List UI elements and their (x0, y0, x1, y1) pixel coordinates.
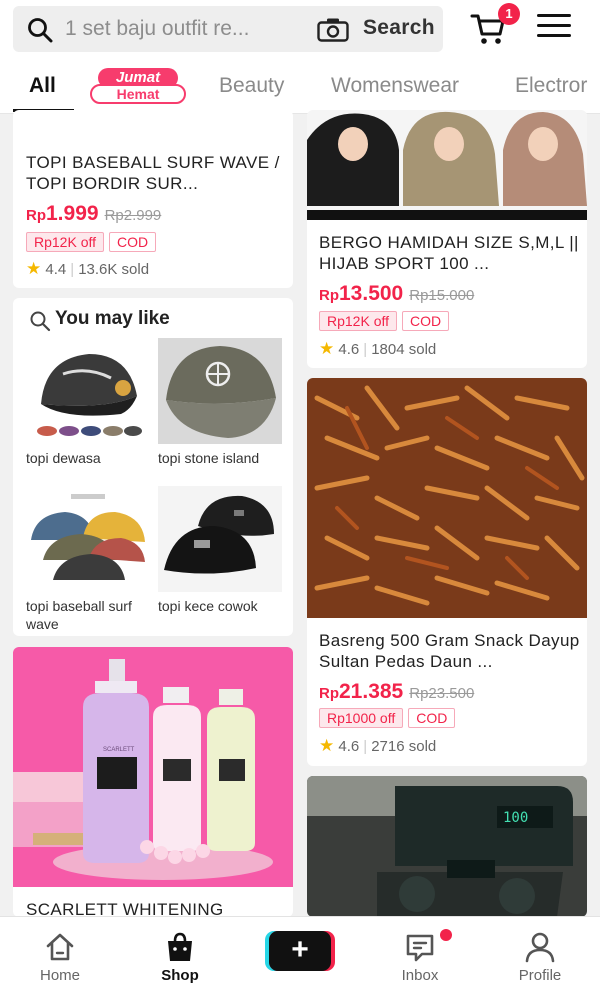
plus-icon: + (269, 931, 331, 971)
shop-bag-icon (168, 932, 192, 961)
nav-label: Shop (161, 967, 199, 984)
earbuds-product-image: 100 (307, 776, 587, 917)
price-currency: Rp (319, 287, 339, 304)
sold-count: 1804 sold (371, 341, 437, 358)
nav-home[interactable]: Home (14, 917, 104, 1000)
suggestion-label: topi stone island (158, 450, 260, 466)
rating-row: ★ 4.6 | 2716 sold (319, 736, 437, 755)
search-query-text[interactable]: 1 set baju outfit re... (65, 17, 249, 41)
star-icon: ★ (319, 339, 335, 358)
tab-all[interactable]: All (29, 74, 56, 98)
rating-value: 4.4 (45, 261, 67, 278)
price-value: 21.385 (339, 680, 404, 703)
tab-jumat-hemat[interactable]: Jumat Hemat (88, 68, 188, 104)
you-may-like-title: You may like (55, 308, 170, 329)
sold-count: 13.6K sold (78, 261, 150, 278)
product-price: Rp1.999 Rp2.999 (26, 202, 161, 226)
cod-tag: COD (402, 311, 450, 331)
nav-label: Inbox (401, 967, 439, 984)
product-title: SCARLETT WHITENING (26, 900, 224, 917)
nav-shop[interactable]: Shop (134, 917, 224, 1000)
nav-label: Home (39, 967, 80, 984)
search-icon (30, 311, 51, 332)
nav-profile[interactable]: Profile (494, 917, 584, 1000)
product-price: Rp21.385 Rp23.500 (319, 680, 474, 704)
price-value: 13.500 (339, 282, 404, 305)
camera-icon[interactable] (317, 18, 349, 42)
sold-count: 2716 sold (371, 738, 437, 755)
cap-dewasa-image (25, 338, 149, 444)
discount-tag: Rp12K off (319, 311, 398, 331)
shop-page: 1 set baju outfit re... Search 1 All Bea… (0, 0, 600, 1000)
cod-tag: COD (408, 708, 456, 728)
cap-stone-island-image (158, 338, 282, 444)
menu-icon[interactable] (537, 14, 571, 40)
nav-label: Profile (518, 967, 562, 984)
basreng-product-image (307, 378, 587, 618)
you-may-like-card: You may like topi dewasa topi stone isla… (13, 298, 293, 636)
scarlett-product-image: SCARLETT (13, 647, 293, 887)
scarlett-brand-text: SCARLETT (103, 747, 135, 753)
product-price: Rp13.500 Rp15.000 (319, 282, 474, 306)
bottom-navigation: Home Shop + Inbox Profile (0, 916, 600, 1000)
discount-tag: Rp12K off (26, 232, 105, 252)
tab-beauty[interactable]: Beauty (219, 74, 284, 98)
product-card-scarlett[interactable]: SCARLETT SCARLETT WHITENING (13, 647, 293, 917)
search-bar[interactable]: 1 set baju outfit re... Search (13, 6, 443, 52)
suggestion-label: topi baseball surf wave (26, 598, 132, 632)
promo-tags: Rp12K off COD (319, 311, 454, 331)
search-button[interactable]: Search (363, 16, 435, 40)
star-icon: ★ (26, 259, 42, 278)
suggestion-label: topi kece cowok (158, 598, 258, 614)
price-currency: Rp (319, 685, 339, 702)
hemat-badge-text: Hemat (90, 84, 186, 104)
product-card-bergo-hamidah[interactable]: BERGO HAMIDAH SIZE S,M,L || HIJAB SPORT … (307, 110, 587, 368)
cod-tag: COD (109, 232, 157, 252)
rating-row: ★ 4.4 | 13.6K sold (26, 259, 150, 278)
search-icon (28, 18, 53, 43)
cart-count-badge: 1 (498, 3, 520, 25)
hijab-product-image (307, 110, 587, 220)
top-header: 1 set baju outfit re... Search 1 (0, 0, 600, 62)
tab-electronics[interactable]: Electror (515, 74, 587, 98)
suggestion-label: topi dewasa (26, 450, 101, 466)
discount-tag: Rp1000 off (319, 708, 404, 728)
price-value: 1.999 (46, 202, 99, 225)
create-button[interactable]: + (265, 931, 335, 971)
star-icon: ★ (319, 736, 335, 755)
tab-womenswear[interactable]: Womenswear (331, 74, 459, 98)
product-title: Basreng 500 Gram Snack Dayup Sultan Peda… (319, 631, 580, 671)
inbox-notification-dot (440, 929, 452, 941)
inbox-icon (406, 934, 434, 962)
rating-value: 4.6 (338, 738, 360, 755)
home-icon (46, 933, 74, 961)
old-price: Rp15.000 (409, 287, 475, 304)
product-card-earbuds[interactable]: 100 (307, 776, 587, 917)
product-title: TOPI BASEBALL SURF WAVE / TOPI BORDIR SU… (26, 153, 280, 193)
promo-tags: Rp12K off COD (26, 232, 161, 252)
nav-inbox[interactable]: Inbox (374, 917, 464, 1000)
cap-surf-wave-image (25, 486, 149, 592)
product-title: BERGO HAMIDAH SIZE S,M,L || HIJAB SPORT … (319, 233, 579, 273)
old-price: Rp23.500 (409, 685, 475, 702)
cap-kece-cowok-image (158, 486, 282, 592)
price-currency: Rp (26, 207, 46, 224)
rating-row: ★ 4.6 | 1804 sold (319, 339, 437, 358)
promo-tags: Rp1000 off COD (319, 708, 460, 728)
profile-icon (525, 932, 555, 963)
earbuds-display-text: 100 (503, 810, 528, 826)
rating-value: 4.6 (338, 341, 360, 358)
product-card-topi-baseball[interactable]: TOPI BASEBALL SURF WAVE / TOPI BORDIR SU… (13, 110, 293, 288)
product-card-basreng[interactable]: Basreng 500 Gram Snack Dayup Sultan Peda… (307, 378, 587, 766)
old-price: Rp2.999 (104, 207, 162, 224)
